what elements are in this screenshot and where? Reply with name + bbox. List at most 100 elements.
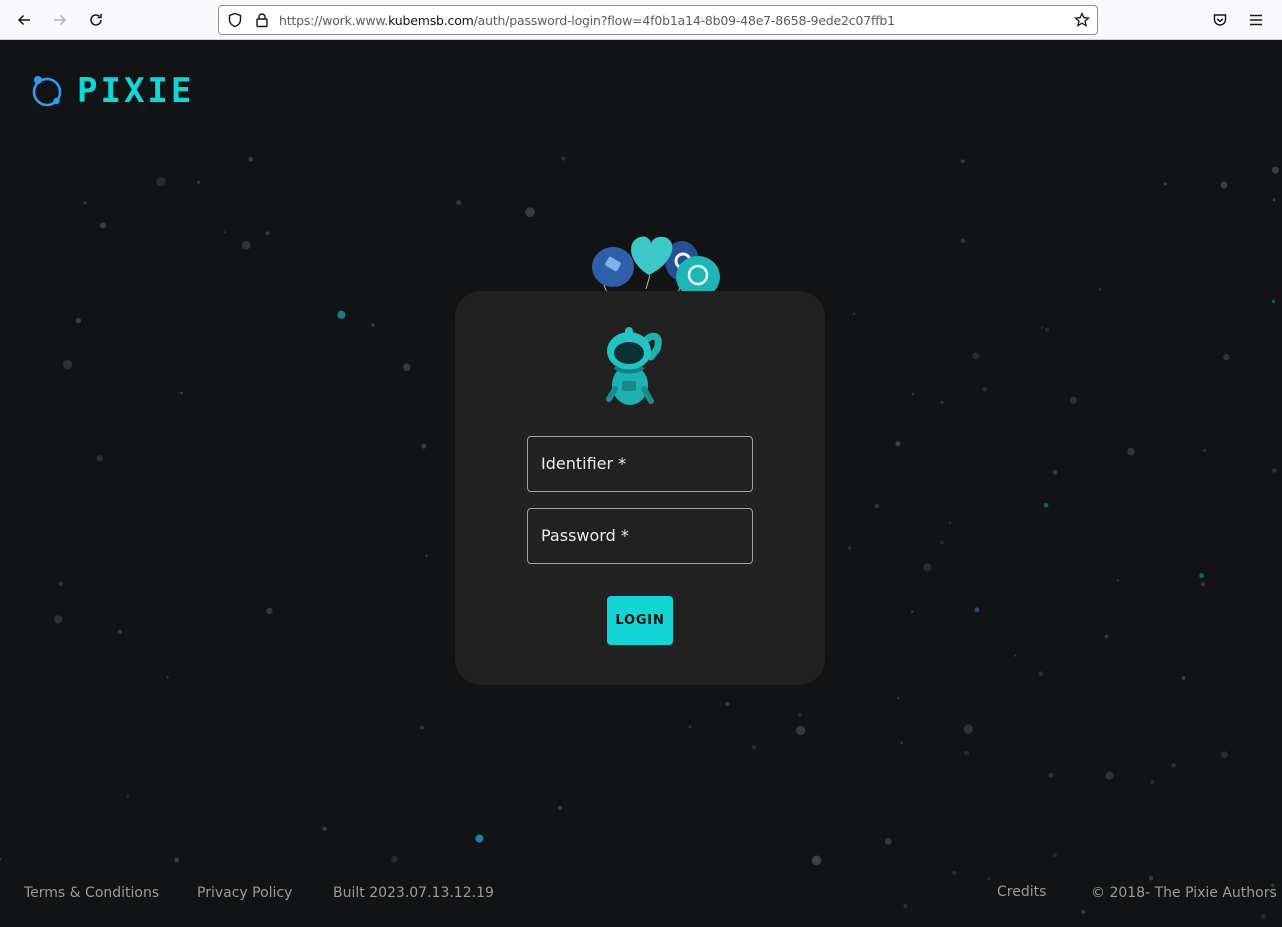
star-dot	[963, 724, 973, 734]
url-host: kubemsb.com	[388, 13, 474, 28]
browser-toolbar: https://work.www.kubemsb.com/auth/passwo…	[0, 0, 1282, 40]
star-dot	[1223, 354, 1230, 361]
star-dot	[525, 207, 535, 217]
star-dot	[1203, 449, 1206, 452]
password-field[interactable]: Password *	[527, 508, 756, 565]
password-input[interactable]	[528, 509, 756, 565]
star-dot	[420, 725, 425, 730]
star-dot	[265, 231, 270, 236]
star-dot	[1261, 914, 1266, 919]
star-dot	[456, 200, 462, 206]
star-dot	[972, 352, 980, 360]
star-dot	[987, 877, 991, 880]
star-dot	[241, 240, 251, 250]
star-dot	[1271, 166, 1279, 174]
star-dot	[421, 443, 427, 449]
star-dot	[1171, 763, 1176, 768]
star-dot	[83, 201, 87, 205]
star-dot	[62, 359, 73, 370]
star-dot	[99, 222, 106, 229]
bookmark-star-icon[interactable]	[1074, 12, 1090, 28]
identifier-field[interactable]: Identifier *	[527, 436, 756, 493]
login-card: Identifier * Password * LOGIN	[455, 291, 825, 685]
star-dot	[1220, 181, 1228, 189]
star-dot	[751, 745, 757, 750]
url-path: /auth/password-login?flow=4f0b1a14-8b09-…	[473, 13, 895, 28]
star-dot	[796, 725, 806, 736]
star-dot	[1150, 780, 1155, 785]
star-dot	[166, 676, 169, 679]
terms-link[interactable]: Terms & Conditions	[24, 885, 159, 901]
star-dot	[96, 455, 103, 462]
star-dot	[1148, 876, 1154, 881]
star-dot	[1272, 468, 1277, 473]
back-arrow-icon[interactable]	[12, 8, 36, 32]
star-dot	[371, 323, 375, 327]
star-dot	[391, 856, 398, 863]
shield-icon[interactable]	[227, 12, 243, 28]
star-dot	[847, 546, 852, 550]
star-dot	[960, 238, 966, 243]
star-dot	[1052, 470, 1058, 475]
privacy-policy-link[interactable]: Privacy Policy	[197, 885, 292, 901]
star-dot	[948, 521, 952, 525]
star-dot	[1043, 502, 1049, 508]
reload-icon[interactable]	[84, 8, 108, 32]
identifier-input[interactable]	[528, 437, 756, 493]
login-page: PIXIE Identifier * Password * LOGIN Term…	[0, 41, 1282, 927]
star-dot	[0, 857, 2, 861]
pocket-icon[interactable]	[1208, 8, 1232, 32]
star-dot	[126, 794, 130, 798]
star-dot	[1038, 671, 1044, 677]
star-dot	[156, 177, 166, 187]
star-dot	[174, 857, 180, 863]
url-text[interactable]: https://work.www.kubemsb.com/auth/passwo…	[279, 13, 895, 28]
star-dot	[688, 725, 692, 729]
star-dot	[940, 400, 944, 404]
star-dot	[853, 312, 856, 315]
star-dot	[895, 441, 901, 447]
star-dot	[960, 159, 965, 164]
pixie-mascot-illustration	[606, 327, 662, 405]
star-dot	[322, 826, 327, 831]
star-dot	[1116, 579, 1120, 582]
star-dot	[1127, 447, 1135, 456]
menu-hamburger-icon[interactable]	[1244, 8, 1268, 32]
star-dot	[982, 386, 988, 392]
star-dot	[196, 180, 201, 184]
star-dot	[475, 834, 484, 843]
star-dot	[910, 610, 914, 613]
login-button[interactable]: LOGIN	[607, 596, 673, 645]
star-dot	[1105, 771, 1114, 780]
star-dot	[248, 156, 253, 162]
star-dot	[1272, 198, 1276, 202]
star-dot	[1199, 573, 1204, 579]
star-dot	[1014, 654, 1017, 657]
star-dot	[1163, 182, 1167, 186]
star-dot	[1200, 582, 1205, 587]
pixie-orbit-icon	[32, 76, 62, 107]
forward-arrow-icon[interactable]	[48, 8, 72, 32]
address-bar[interactable]: https://work.www.kubemsb.com/auth/passwo…	[218, 5, 1098, 35]
star-dot	[911, 392, 915, 396]
star-dot	[1181, 676, 1186, 680]
star-dot	[54, 615, 63, 624]
star-dot	[1271, 299, 1276, 303]
star-dot	[75, 317, 81, 324]
star-dot	[900, 741, 904, 745]
pixie-logo[interactable]: PIXIE	[31, 72, 194, 110]
star-dot	[725, 702, 730, 706]
brand-name: PIXIE	[77, 71, 195, 111]
star-dot	[117, 629, 123, 635]
star-dot	[1104, 634, 1109, 639]
lock-icon[interactable]	[254, 12, 270, 28]
star-dot	[337, 310, 346, 319]
star-dot	[939, 540, 945, 545]
star-dot	[1048, 772, 1054, 778]
credits-link[interactable]: Credits	[997, 884, 1046, 900]
build-version: Built 2023.07.13.12.19	[333, 885, 494, 901]
star-dot	[897, 696, 900, 700]
star-dot	[403, 363, 411, 371]
star-dot	[903, 904, 908, 909]
star-dot	[180, 391, 183, 395]
